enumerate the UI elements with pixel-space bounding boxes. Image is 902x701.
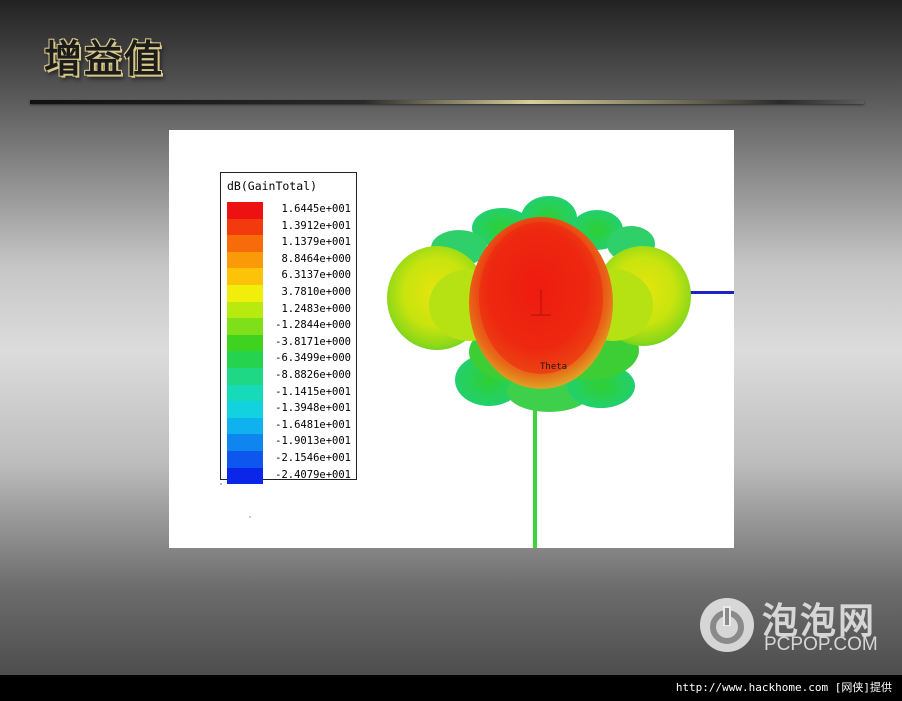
legend-label: -1.1415e+001	[275, 385, 351, 398]
legend-label: -1.9013e+001	[275, 435, 351, 448]
legend-entry: 1.6445e+001	[227, 202, 353, 219]
legend-swatch	[227, 417, 263, 435]
legend-swatch	[227, 401, 263, 418]
legend-label: 1.3912e+001	[281, 219, 351, 232]
watermark-logo: 泡泡网 PCPOP.COM	[698, 592, 888, 662]
legend-entry: -1.3948e+001	[227, 401, 353, 418]
z-axis-line	[533, 392, 537, 548]
power-icon	[700, 598, 754, 652]
legend-entry: -1.6481e+001	[227, 417, 353, 435]
legend-entry: -6.3499e+000	[227, 351, 353, 368]
legend-entry: -1.1415e+001	[227, 384, 353, 402]
legend-swatch	[227, 334, 263, 352]
legend-swatch	[227, 301, 263, 319]
legend-swatch	[227, 202, 263, 219]
legend-label: -8.8826e+000	[275, 369, 351, 381]
legend-swatch	[227, 218, 263, 236]
legend-entry: -3.8171e+000	[227, 334, 353, 352]
legend-entry: -1.9013e+001	[227, 434, 353, 451]
legend-swatch	[227, 351, 263, 368]
legend-swatch	[227, 318, 263, 335]
legend-label: -2.1546e+001	[275, 452, 351, 464]
legend-entry: -1.2844e+000	[227, 318, 353, 335]
legend-label: 1.6445e+001	[281, 203, 351, 215]
legend-entry: -2.1546e+001	[227, 451, 353, 468]
legend-label: 1.1379e+001	[281, 236, 351, 249]
legend-label: 3.7810e+000	[281, 286, 351, 298]
watermark-name-en: PCPOP.COM	[764, 634, 878, 655]
legend-label: 8.8464e+000	[281, 252, 351, 265]
radiation-pattern-figure: dB(GainTotal) 1.6445e+001 1.3912e+001 1.13…	[169, 130, 734, 548]
legend-swatch	[227, 434, 263, 451]
legend-swatch	[227, 384, 263, 402]
legend-label: 6.3137e+000	[281, 269, 351, 282]
legend-label: 1.2483e+000	[281, 302, 351, 315]
legend-label: -3.8171e+000	[275, 335, 351, 348]
legend-entry: -8.8826e+000	[227, 368, 353, 385]
legend-entry: 1.2483e+000	[227, 301, 353, 319]
slide: 增益值 dB(GainTotal) 1.6445e+001 1.3912e+00…	[0, 0, 902, 701]
legend-label: -2.4079e+001	[275, 468, 351, 481]
legend-label: -1.3948e+001	[275, 402, 351, 415]
legend-entry: 1.1379e+001	[227, 235, 353, 252]
legend-title: dB(GainTotal)	[227, 179, 318, 193]
legend-entry: 1.3912e+001	[227, 218, 353, 236]
color-legend: dB(GainTotal) 1.6445e+001 1.3912e+001 1.13…	[220, 172, 357, 485]
source-credit: http://www.hackhome.com [网侠]提供	[675, 681, 892, 694]
y-axis-line	[684, 291, 734, 294]
legend-entry: 8.8464e+000	[227, 251, 353, 269]
legend-swatch	[227, 285, 263, 302]
legend-swatch	[227, 268, 263, 285]
footer-bar: http://www.hackhome.com [网侠]提供	[0, 675, 902, 701]
legend-swatch	[227, 251, 263, 269]
legend-label: -1.6481e+001	[275, 418, 351, 431]
legend-swatch	[227, 451, 263, 468]
legend-entry: -2.4079e+001	[227, 467, 353, 485]
slide-title: 增益值	[44, 36, 165, 81]
legend-label: -1.2844e+000	[275, 319, 351, 332]
legend-swatch	[227, 368, 263, 385]
title-divider	[30, 100, 864, 104]
legend-swatch	[227, 467, 263, 485]
legend-swatch	[227, 235, 263, 252]
legend-entry: 6.3137e+000	[227, 268, 353, 285]
legend-label: -6.3499e+000	[275, 352, 351, 365]
theta-axis-label: Theta	[540, 362, 568, 372]
legend-entry: 3.7810e+000	[227, 285, 353, 302]
